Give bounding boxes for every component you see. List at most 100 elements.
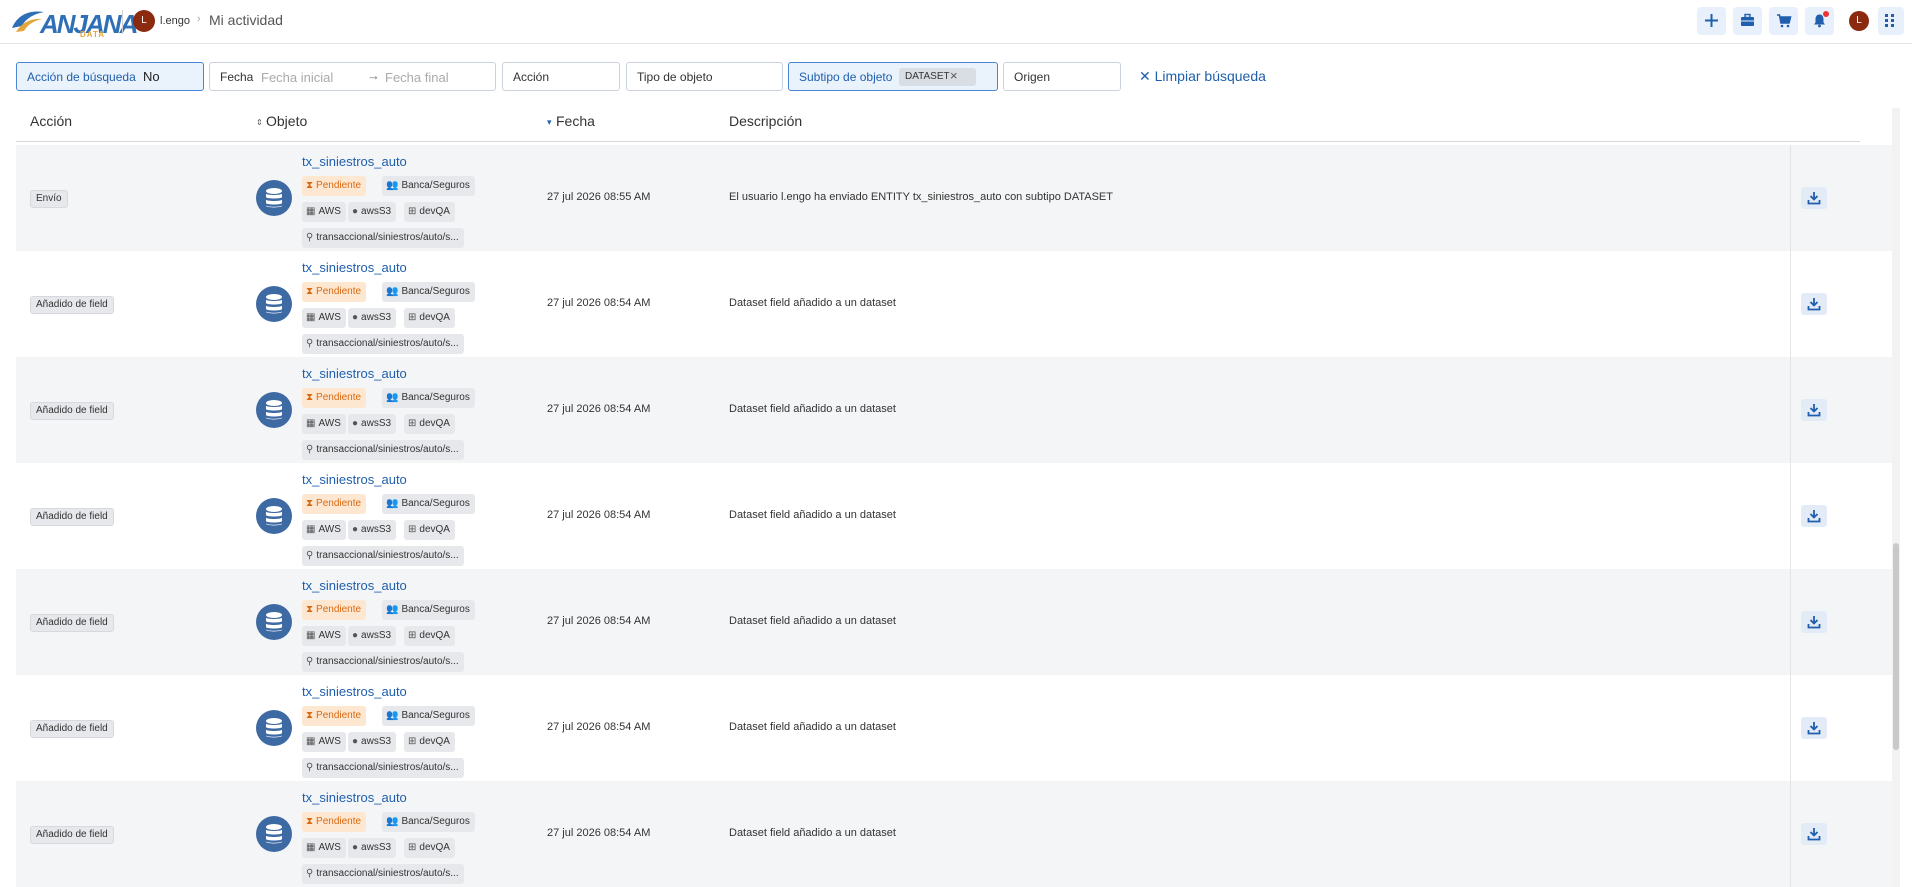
row-divider [1790,463,1791,569]
clear-search-button[interactable]: ✕ Limpiar búsqueda [1139,68,1266,85]
filter-fecha[interactable]: Fecha Fecha inicial → Fecha final [209,62,496,91]
platform-tag: ▦ AWS [302,732,346,752]
filter-accion[interactable]: Acción [502,62,620,91]
profile-avatar[interactable]: L [1849,11,1869,31]
download-button[interactable] [1801,611,1827,633]
download-button[interactable] [1801,505,1827,527]
group-tag: 👥 Banca/Seguros [382,812,475,832]
download-button[interactable] [1801,717,1827,739]
row-divider [1790,675,1791,781]
building-icon: ▦ [306,842,316,853]
object-link[interactable]: tx_siniestros_auto [302,578,407,593]
remove-chip-icon[interactable]: × [950,68,958,83]
apps-button[interactable] [1878,7,1904,35]
column-descripcion[interactable]: Descripción [729,113,802,129]
filter-origen[interactable]: Origen [1003,62,1121,91]
group-label: Banca/Seguros [401,286,470,297]
environment-label: devQA [419,842,450,853]
object-link[interactable]: tx_siniestros_auto [302,366,407,381]
column-fecha[interactable]: Fecha [556,113,595,129]
object-link[interactable]: tx_siniestros_auto [302,790,407,805]
object-link[interactable]: tx_siniestros_auto [302,154,407,169]
breadcrumb-user[interactable]: l.engo [160,15,190,27]
object-link[interactable]: tx_siniestros_auto [302,684,407,699]
notifications-button[interactable] [1805,7,1834,35]
filter-tipo-label: Tipo de objeto [637,70,713,84]
table-row[interactable]: Añadido de field tx_siniestros_auto ⧗ Pen… [16,781,1892,887]
action-badge: Añadido de field [30,614,114,632]
row-description: Dataset field añadido a un dataset [729,297,896,309]
source-tag: ● awsS3 [348,732,397,752]
fecha-final-input[interactable]: Fecha final [385,70,449,85]
add-button[interactable] [1697,7,1726,35]
download-button[interactable] [1801,187,1827,209]
briefcase-icon [1741,13,1754,26]
object-link[interactable]: tx_siniestros_auto [302,260,407,275]
hourglass-icon: ⧗ [306,286,314,297]
cart-icon [1777,14,1792,28]
table-row[interactable]: Añadido de field tx_siniestros_auto ⧗ Pen… [16,251,1892,357]
table-row[interactable]: Añadido de field tx_siniestros_auto ⧗ Pen… [16,675,1892,781]
platform-label: AWS [318,418,341,429]
filter-tipo[interactable]: Tipo de objeto [626,62,783,91]
lightbulb-icon: ● [352,418,359,429]
group-tag: 👥 Banca/Seguros [382,176,475,196]
path-label: transaccional/siniestros/auto/s... [316,868,459,879]
environment-tag: ⊞ devQA [404,414,455,434]
table-row[interactable]: Añadido de field tx_siniestros_auto ⧗ Pen… [16,463,1892,569]
hourglass-icon: ⧗ [306,604,314,615]
briefcase-button[interactable] [1733,7,1762,35]
column-objeto[interactable]: Objeto [266,113,307,129]
download-button[interactable] [1801,399,1827,421]
arrow-right-icon: → [367,68,380,83]
filter-subtipo[interactable]: Subtipo de objeto DATASET × [788,62,998,91]
download-icon [1807,404,1821,417]
people-icon: 👥 [386,286,399,297]
download-button[interactable] [1801,823,1827,845]
logo-subtext: DATA [80,30,106,39]
database-icon [256,816,292,852]
download-icon [1807,192,1821,205]
location-pin-icon: ⚲ [306,444,314,455]
source-tag: ● awsS3 [348,202,397,222]
platform-label: AWS [318,630,341,641]
table-row[interactable]: Envío tx_siniestros_auto ⧗ Pendiente 👥 Ban… [16,145,1892,251]
location-pin-icon: ⚲ [306,338,314,349]
download-button[interactable] [1801,293,1827,315]
lightbulb-icon: ● [352,524,359,535]
platform-tag: ▦ AWS [302,308,346,328]
breadcrumb-separator: › [197,13,201,25]
fecha-inicial-input[interactable]: Fecha inicial [261,70,333,85]
source-tag: ● awsS3 [348,520,397,540]
plus-icon [1705,14,1718,27]
location-pin-icon: ⚲ [306,868,314,879]
group-tag: 👥 Banca/Seguros [382,600,475,620]
header-divider [122,10,123,34]
platform-tag: ▦ AWS [302,414,346,434]
network-icon: ⊞ [408,524,417,535]
filter-busqueda-label: Acción de búsqueda [27,70,136,84]
lightbulb-icon: ● [352,630,359,641]
filter-busqueda[interactable]: Acción de búsqueda No [16,62,204,91]
scrollbar-thumb[interactable] [1893,543,1899,750]
status-badge: ⧗ Pendiente [302,176,367,196]
action-badge: Añadido de field [30,508,114,526]
column-accion[interactable]: Acción [30,113,72,129]
sort-icon[interactable]: ⇕ [256,118,263,127]
row-date: 27 jul 2026 08:55 AM [547,191,651,203]
sort-desc-icon[interactable]: ▾ [547,117,552,128]
scrollbar-track[interactable] [1892,108,1900,887]
building-icon: ▦ [306,418,316,429]
user-avatar[interactable]: L [133,10,155,32]
download-icon [1807,828,1821,841]
group-label: Banca/Seguros [401,816,470,827]
object-link[interactable]: tx_siniestros_auto [302,472,407,487]
status-label: Pendiente [316,286,362,297]
download-icon [1807,616,1821,629]
cart-button[interactable] [1769,7,1798,35]
anjana-logo[interactable]: ANJANA DATA [10,6,138,39]
download-icon [1807,722,1821,735]
table-row[interactable]: Añadido de field tx_siniestros_auto ⧗ Pen… [16,569,1892,675]
environment-tag: ⊞ devQA [404,520,455,540]
table-row[interactable]: Añadido de field tx_siniestros_auto ⧗ Pen… [16,357,1892,463]
